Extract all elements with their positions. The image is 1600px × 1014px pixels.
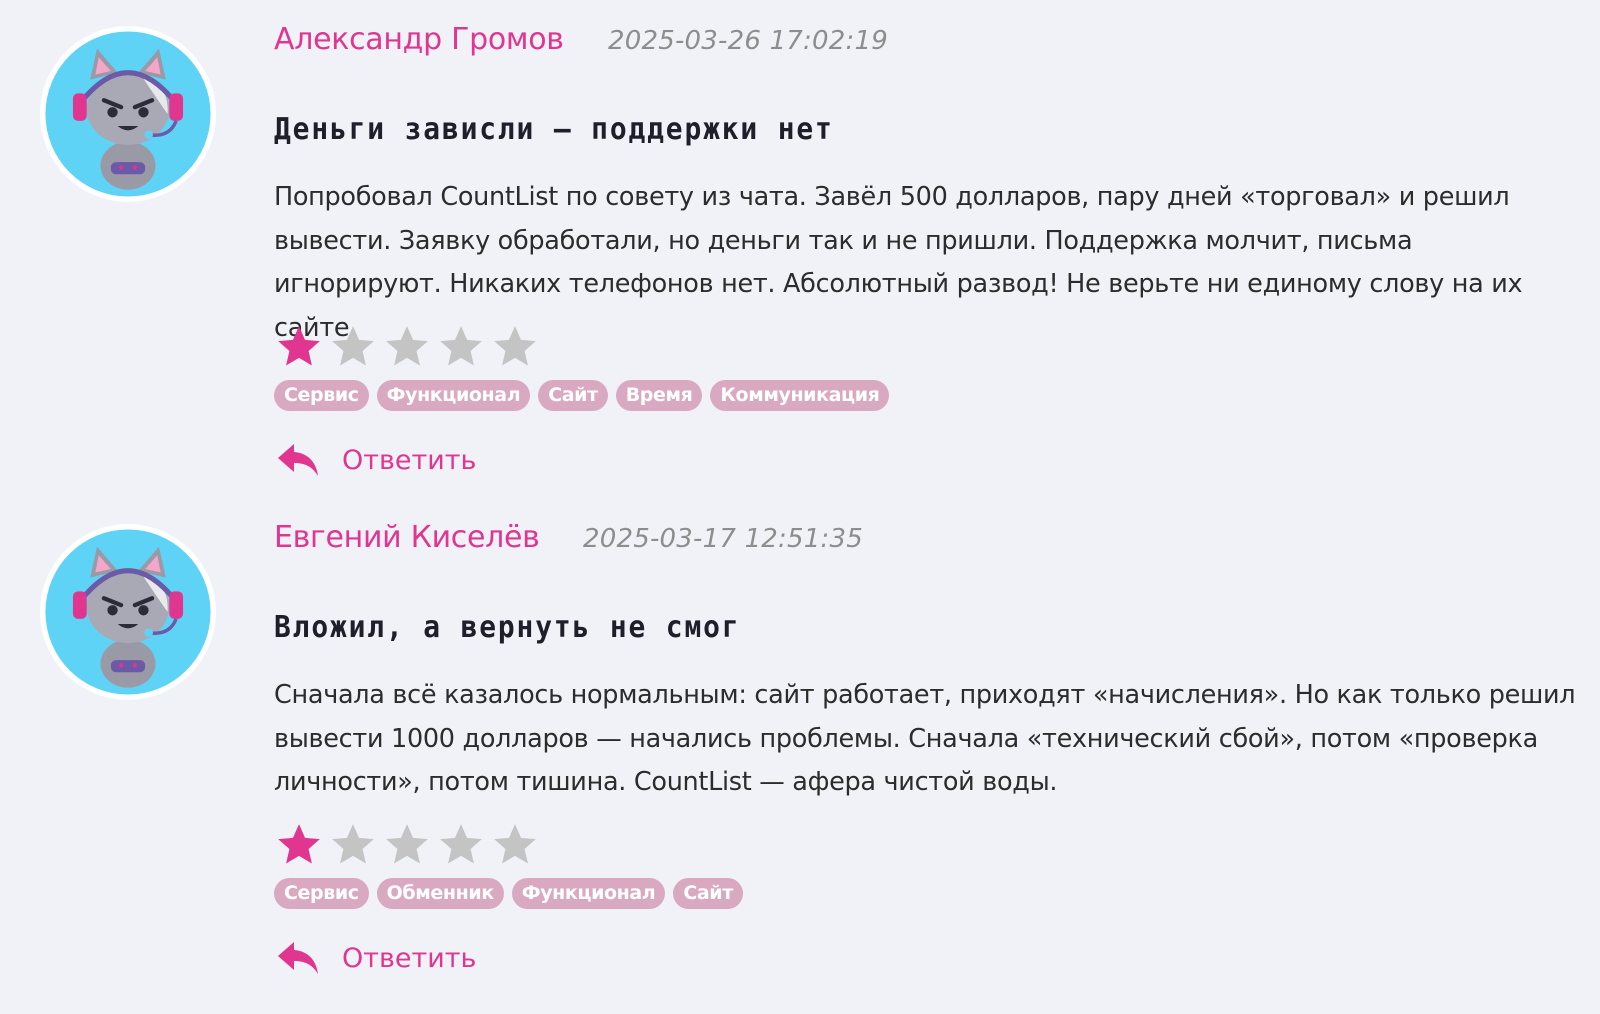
review-text: Сначала всё казалось нормальным: сайт ра… <box>274 680 1576 797</box>
star-filled-icon <box>274 820 324 870</box>
review-title: Деньги зависли — поддержки нет <box>274 112 834 147</box>
reply-arrow-icon <box>276 440 320 480</box>
star-empty-icon <box>436 322 486 372</box>
tag[interactable]: Сервис <box>274 878 369 909</box>
tag[interactable]: Функционал <box>376 380 531 411</box>
star-empty-icon <box>328 322 378 372</box>
author-name[interactable]: Александр Громов <box>274 22 564 57</box>
tag[interactable]: Функционал <box>511 878 666 909</box>
reply-button[interactable]: Ответить <box>276 440 476 480</box>
cat-gamer-avatar-icon <box>45 31 211 197</box>
reply-arrow-icon <box>276 938 320 978</box>
tag[interactable]: Обменник <box>376 878 504 909</box>
tag[interactable]: Коммуникация <box>710 380 890 411</box>
tag-list: Сервис Функционал Сайт Время Коммуникаци… <box>274 380 890 411</box>
review-meta: Евгений Киселёв 2025-03-17 12:51:35 <box>274 520 863 555</box>
star-empty-icon <box>490 820 540 870</box>
star-empty-icon <box>382 820 432 870</box>
avatar[interactable] <box>40 524 216 700</box>
tag[interactable]: Время <box>615 380 703 411</box>
tag[interactable]: Сайт <box>538 380 608 411</box>
star-empty-icon <box>382 322 432 372</box>
review-date: 2025-03-26 17:02:19 <box>608 26 888 56</box>
review-date: 2025-03-17 12:51:35 <box>583 524 863 554</box>
avatar[interactable] <box>40 26 216 202</box>
reply-label: Ответить <box>342 942 477 974</box>
review-title: Вложил, а вернуть не смог <box>274 610 741 645</box>
tag-list: Сервис Обменник Функционал Сайт <box>274 878 743 909</box>
star-filled-icon <box>274 322 324 372</box>
star-empty-icon <box>436 820 486 870</box>
rating-stars <box>274 322 540 372</box>
rating-stars <box>274 820 540 870</box>
tag[interactable]: Сервис <box>274 380 369 411</box>
tag[interactable]: Сайт <box>673 878 743 909</box>
reply-label: Ответить <box>342 444 477 476</box>
star-empty-icon <box>490 322 540 372</box>
review-meta: Александр Громов 2025-03-26 17:02:19 <box>274 22 888 57</box>
cat-gamer-avatar-icon <box>45 529 211 695</box>
reply-button[interactable]: Ответить <box>276 938 476 978</box>
author-name[interactable]: Евгений Киселёв <box>274 520 540 555</box>
star-empty-icon <box>328 820 378 870</box>
